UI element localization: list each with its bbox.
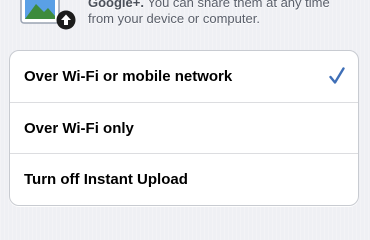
option-wifi-only[interactable]: Over Wi-Fi only [10, 102, 358, 153]
description-line-1: Google+. You can share them at any time [88, 0, 358, 11]
option-wifi-or-mobile[interactable]: Over Wi-Fi or mobile network [10, 51, 358, 102]
option-label: Turn off Instant Upload [24, 171, 188, 188]
upload-options-list: Over Wi-Fi or mobile network Over Wi-Fi … [9, 50, 359, 206]
description-brand: Google+. [88, 0, 144, 10]
description-line-2: from your device or computer. [88, 11, 260, 26]
option-turn-off-instant-upload[interactable]: Turn off Instant Upload [10, 153, 358, 205]
option-label: Over Wi-Fi or mobile network [24, 68, 233, 85]
checkmark-icon [329, 67, 345, 84]
photo-icon [20, 0, 60, 24]
upload-badge-icon [56, 10, 76, 30]
description-line-1-text: You can share them at any time [143, 0, 330, 10]
instant-upload-header: Google+. You can share them at any time … [0, 0, 370, 44]
option-label: Over Wi-Fi only [24, 119, 134, 137]
instant-upload-description: Google+. You can share them at any time … [88, 0, 358, 27]
